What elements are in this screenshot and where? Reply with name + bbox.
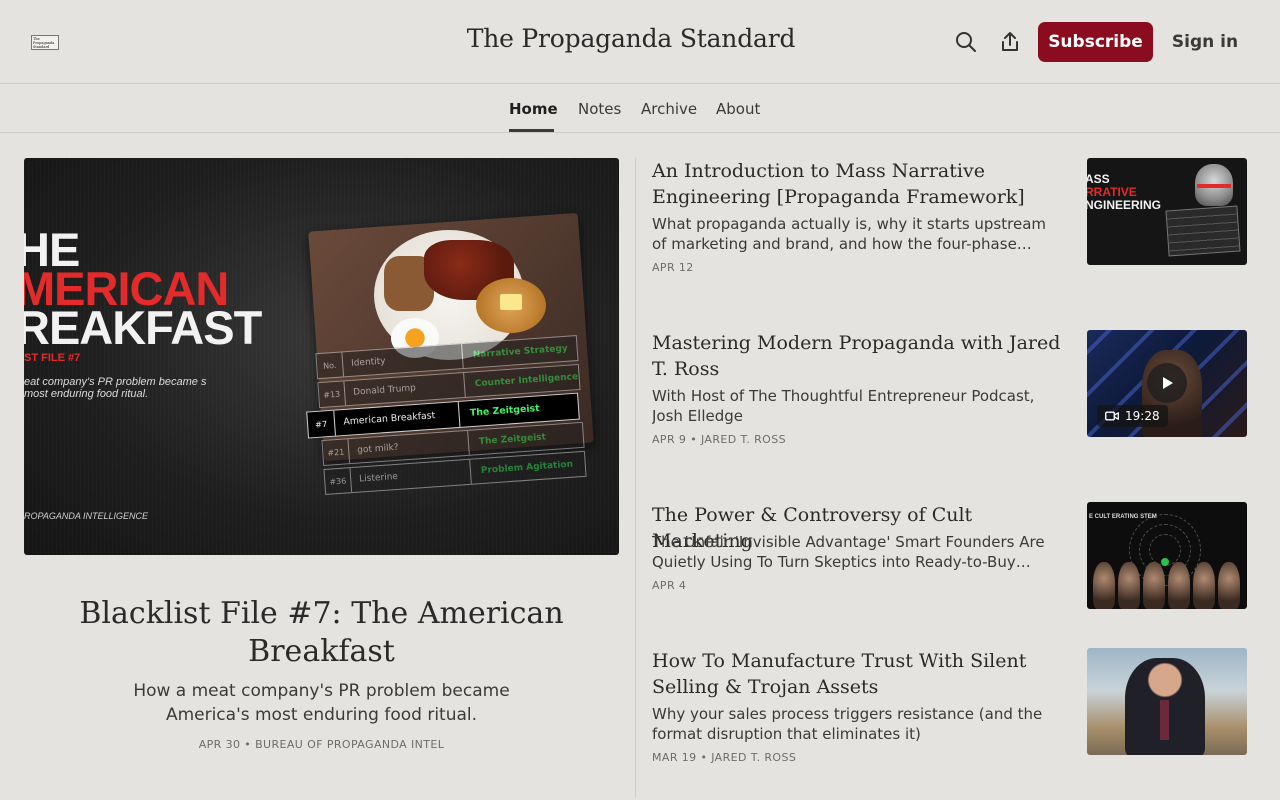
post-title[interactable]: An Introduction to Mass Narrative Engine… [652, 158, 1062, 210]
featured-post-title[interactable]: Blacklist File #7: The American Breakfas… [24, 595, 619, 671]
featured-post-subtitle: How a meat company's PR problem became A… [133, 681, 510, 725]
thumbnail-label: E CULT ERATING STEM [1089, 514, 1157, 520]
play-icon [1163, 377, 1173, 389]
nav-notes[interactable]: Notes [578, 100, 621, 118]
share-icon [1002, 32, 1018, 51]
video-camera-icon [1105, 411, 1119, 421]
nav-active-indicator [509, 129, 554, 132]
search-icon [956, 32, 976, 52]
post-meta: APR 12 [652, 261, 694, 274]
featured-post-image[interactable]: HE MERICAN REAKFAST ST FILE #7 eat compa… [24, 158, 619, 555]
post-meta: MAR 19 • JARED T. ROSS [652, 751, 797, 764]
sign-in-button[interactable]: Sign in [1168, 22, 1242, 62]
post-thumbnail[interactable]: E CULT ERATING STEM [1087, 502, 1247, 609]
post-meta: APR 4 [652, 579, 687, 592]
post-thumbnail[interactable]: 19:28 [1087, 330, 1247, 437]
post-subtitle: Why your sales process triggers resistan… [652, 705, 1043, 743]
play-button[interactable] [1147, 363, 1187, 403]
post-thumbnail[interactable] [1087, 648, 1247, 755]
redaction-bar [1197, 184, 1231, 188]
faces-row [1093, 562, 1243, 609]
necktie [1160, 700, 1169, 740]
post-subtitle: The Unfair 'Invisible Advantage' Smart F… [652, 533, 1045, 571]
nav-about[interactable]: About [716, 100, 760, 118]
featured-post-meta: APR 30 • BUREAU OF PROPAGANDA INTEL [198, 738, 445, 751]
share-button[interactable] [996, 28, 1024, 56]
top-nav: Home Notes Archive About [0, 84, 1280, 133]
nav-home[interactable]: Home [509, 100, 558, 118]
thumbnail-table [1165, 205, 1241, 257]
post-thumbnail[interactable]: ASS RRATIVE NGINEERING [1087, 158, 1247, 265]
column-divider [635, 158, 636, 798]
blacklist-table: No. Identity Narrative Strategy #13 Dona… [306, 335, 587, 495]
search-button[interactable] [952, 28, 980, 56]
post-title[interactable]: How To Manufacture Trust With Silent Sel… [652, 648, 1062, 700]
post-subtitle: What propaganda actually is, why it star… [652, 215, 1046, 253]
featured-image-subtitle: eat company's PR problem became s most e… [24, 376, 207, 400]
butter [500, 294, 522, 310]
post-subtitle: With Host of The Thoughtful Entrepreneur… [652, 387, 1035, 425]
featured-image-file-label: ST FILE #7 [24, 352, 81, 364]
thumbnail-title: ASS RRATIVE NGINEERING [1087, 172, 1162, 212]
video-duration: 19:28 [1097, 405, 1168, 427]
featured-image-title-line-3: REAKFAST [24, 301, 262, 354]
post-meta: APR 9 • JARED T. ROSS [652, 433, 786, 446]
featured-image-footer: ROPAGANDA INTELLIGENCE [24, 511, 149, 521]
nav-archive[interactable]: Archive [641, 100, 697, 118]
site-header: The Propaganda Standard The Propaganda S… [0, 0, 1280, 84]
subscribe-button[interactable]: Subscribe [1038, 22, 1153, 62]
post-title[interactable]: Mastering Modern Propaganda with Jared T… [652, 330, 1062, 382]
